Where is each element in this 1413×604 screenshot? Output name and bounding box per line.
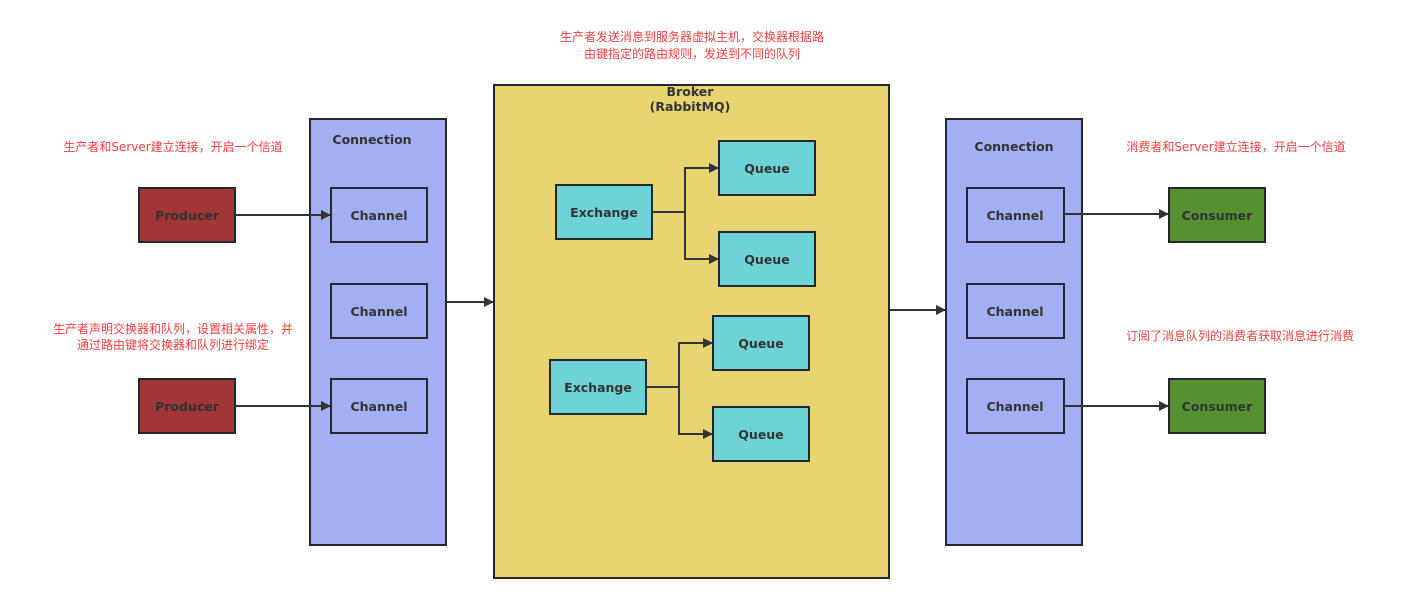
- channel-label: Channel: [350, 399, 407, 414]
- left-channel[interactable]: Channel: [330, 378, 428, 434]
- right-channel[interactable]: Channel: [966, 283, 1065, 339]
- consumer-connect-note: 消费者和Server建立连接，开启一个信道: [1126, 139, 1345, 154]
- consumer-node[interactable]: Consumer: [1168, 187, 1266, 243]
- channel-label: Channel: [986, 399, 1043, 414]
- right-channel[interactable]: Channel: [966, 187, 1065, 243]
- left-channel[interactable]: Channel: [330, 283, 428, 339]
- broker-note-line1: 生产者发送消息到服务器虚拟主机，交换器根据路: [560, 29, 824, 44]
- right-connection-label: Connection: [974, 139, 1053, 154]
- queue-label: Queue: [744, 252, 789, 267]
- queue-node[interactable]: Queue: [712, 406, 810, 462]
- left-channel[interactable]: Channel: [330, 187, 428, 243]
- consumer-label: Consumer: [1182, 208, 1254, 223]
- broker-box[interactable]: [493, 84, 890, 579]
- consumer-label: Consumer: [1182, 399, 1254, 414]
- producer-node[interactable]: Producer: [138, 378, 236, 434]
- producer-label: Producer: [155, 208, 220, 223]
- left-connection-label: Connection: [332, 132, 411, 147]
- channel-label: Channel: [986, 304, 1043, 319]
- queue-node[interactable]: Queue: [718, 140, 816, 196]
- producer-declare-note-line2: 通过路由键将交换器和队列进行绑定: [77, 337, 269, 352]
- channel-label: Channel: [986, 208, 1043, 223]
- consumer-subscribe-note: 订阅了消息队列的消费者获取消息进行消费: [1126, 328, 1354, 343]
- broker-subtitle: (RabbitMQ): [650, 99, 731, 114]
- exchange-node[interactable]: Exchange: [549, 359, 647, 415]
- queue-label: Queue: [738, 427, 783, 442]
- broker-note-line2: 由键指定的路由规则，发送到不同的队列: [584, 46, 800, 61]
- channel-label: Channel: [350, 208, 407, 223]
- producer-node[interactable]: Producer: [138, 187, 236, 243]
- consumer-node[interactable]: Consumer: [1168, 378, 1266, 434]
- queue-label: Queue: [738, 336, 783, 351]
- broker-title: Broker: [667, 84, 715, 99]
- rabbitmq-architecture-diagram: 生产者发送消息到服务器虚拟主机，交换器根据路 由键指定的路由规则，发送到不同的队…: [53, 29, 1354, 579]
- queue-node[interactable]: Queue: [712, 315, 810, 371]
- channel-label: Channel: [350, 304, 407, 319]
- producer-connect-note: 生产者和Server建立连接，开启一个信道: [63, 139, 282, 154]
- exchange-label: Exchange: [570, 205, 638, 220]
- producer-label: Producer: [155, 399, 220, 414]
- exchange-node[interactable]: Exchange: [555, 184, 653, 240]
- producer-declare-note-line1: 生产者声明交换器和队列，设置相关属性，并: [53, 321, 293, 336]
- exchange-label: Exchange: [564, 380, 632, 395]
- queue-label: Queue: [744, 161, 789, 176]
- queue-node[interactable]: Queue: [718, 231, 816, 287]
- right-channel[interactable]: Channel: [966, 378, 1065, 434]
